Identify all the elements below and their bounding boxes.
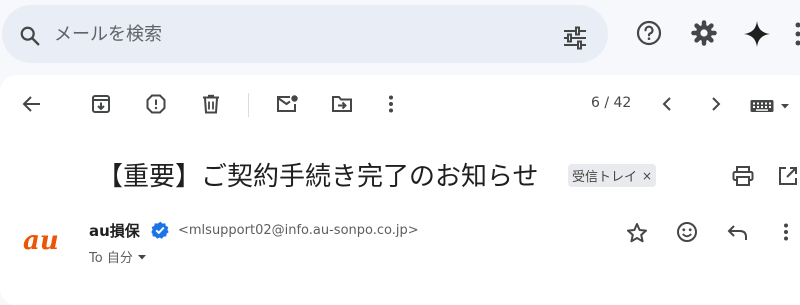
archive-icon[interactable]: [91, 94, 111, 114]
remove-label-button[interactable]: ×: [642, 169, 652, 183]
search-input[interactable]: [54, 19, 524, 49]
au-logo-text: au: [23, 226, 59, 256]
input-tools-keyboard-icon[interactable]: [750, 99, 794, 113]
move-to-icon[interactable]: [331, 95, 353, 113]
back-arrow-icon[interactable]: [22, 95, 42, 113]
recipient-text: To 自分: [89, 247, 133, 266]
search-bar[interactable]: [2, 5, 608, 63]
delete-trash-icon[interactable]: [202, 94, 220, 114]
sender-name: au損保: [89, 220, 140, 241]
add-reaction-emoji-icon[interactable]: [676, 221, 698, 243]
search-options-icon[interactable]: [562, 26, 588, 50]
older-chevron-right-icon[interactable]: [711, 97, 721, 111]
star-icon[interactable]: [626, 222, 648, 244]
settings-gear-icon[interactable]: [691, 20, 717, 46]
reply-icon[interactable]: [727, 224, 749, 242]
apps-grid-icon[interactable]: [795, 22, 800, 46]
message-more-vert-icon[interactable]: [783, 223, 789, 241]
newer-chevron-left-icon[interactable]: [662, 97, 672, 111]
print-icon[interactable]: [732, 166, 754, 186]
pagination-count: 6 / 42: [591, 95, 631, 111]
gemini-sparkle-icon[interactable]: [743, 20, 771, 48]
verified-badge-icon: [151, 221, 169, 239]
sender-email: <mlsupport02@info.au-sonpo.co.jp>: [178, 223, 419, 238]
inbox-label-chip: 受信トレイ ×: [568, 164, 656, 187]
mark-unread-icon[interactable]: [276, 94, 298, 114]
recipient-details-toggle[interactable]: To 自分: [89, 247, 149, 266]
email-subject: 【重要】ご契約手続き完了のお知らせ: [97, 156, 538, 193]
report-spam-icon[interactable]: [146, 94, 166, 114]
sender-avatar-logo: au: [22, 226, 68, 258]
label-text: 受信トレイ: [572, 166, 637, 185]
help-icon[interactable]: [636, 20, 662, 46]
toolbar-divider: [248, 93, 249, 117]
more-vert-icon[interactable]: [388, 95, 394, 113]
open-new-window-icon[interactable]: [778, 166, 798, 186]
expand-details-caret-icon: [135, 252, 149, 262]
search-icon[interactable]: [19, 25, 41, 47]
